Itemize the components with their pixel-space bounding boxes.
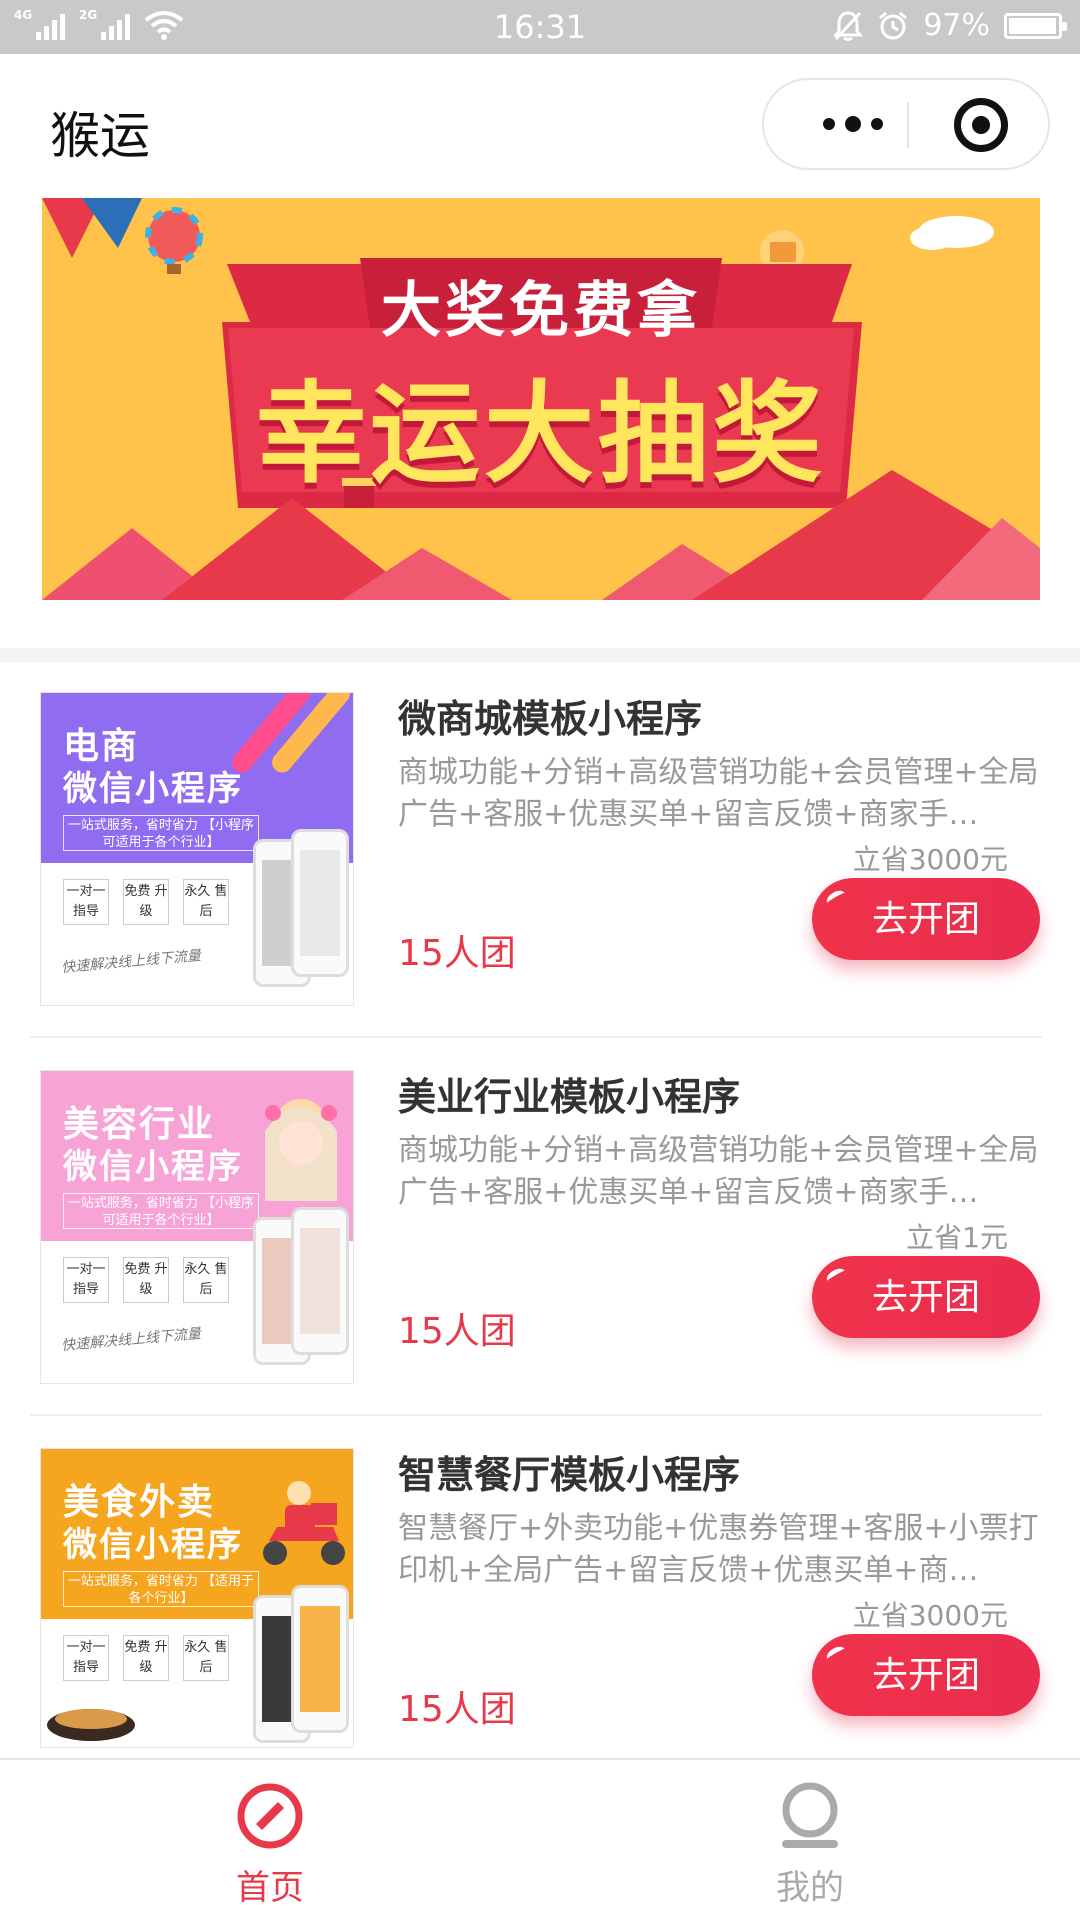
more-dot-icon <box>823 118 835 130</box>
more-dot-icon <box>871 118 883 130</box>
product-description: 智慧餐厅+外卖功能+优惠券管理+客服+小票打印机+全局广告+留言反馈+优惠买单+… <box>398 1511 1039 1588</box>
start-group-button[interactable]: 去开团 <box>812 878 1040 960</box>
more-dot-icon <box>845 116 861 132</box>
status-bar: 4G 2G 16:31 97% <box>0 0 1080 54</box>
page-title: 猴运 <box>50 107 150 165</box>
thumb-line-2: 微信小程序 <box>63 1525 243 1565</box>
button-gloss-icon <box>824 1265 848 1287</box>
product-description: 商城功能+分销+高级营销功能+会员管理+全局广告+客服+优惠买单+留言反馈+商家… <box>398 1133 1039 1210</box>
bottom-tab-bar: 首页 我的 <box>0 1758 1080 1920</box>
section-divider <box>0 648 1080 662</box>
thumb-badge-2: 免费 升级 <box>123 1635 169 1681</box>
product-name: 美业行业模板小程序 <box>398 1075 741 1119</box>
thumb-line-3: 一站式服务，省时省力 【适用于各个行业】 <box>63 1571 259 1607</box>
group-size: 15人团 <box>398 933 516 974</box>
row-separator <box>30 1414 1042 1416</box>
row-separator <box>30 1036 1042 1038</box>
mini-program-capsule <box>762 78 1050 170</box>
savings-label: 立省3000元 <box>852 843 1008 876</box>
compass-icon <box>237 1783 303 1849</box>
button-gloss-icon <box>824 1643 848 1665</box>
thumb-badge-1: 一对一 指导 <box>63 1257 109 1303</box>
start-group-label: 去开团 <box>871 898 980 939</box>
product-thumbnail[interactable]: 美容行业 微信小程序 一站式服务，省时省力 【小程序可适用于各个行业】 一对一 … <box>40 1070 354 1384</box>
title-bar: 猴运 <box>0 54 1080 196</box>
food-bowl-icon <box>47 1709 135 1741</box>
bell-muted-icon <box>833 10 864 41</box>
group-size: 15人团 <box>398 1689 516 1730</box>
thumb-slogan: 快速解决线上线下流量 <box>60 947 202 977</box>
phone-mockup-icon <box>291 1585 349 1733</box>
group-size: 15人团 <box>398 1311 516 1352</box>
product-thumbnail[interactable]: 美食外卖 微信小程序 一站式服务，省时省力 【适用于各个行业】 一对一 指导 免… <box>40 1448 354 1748</box>
product-name: 智慧餐厅模板小程序 <box>398 1453 741 1497</box>
close-mini-program-icon[interactable] <box>954 98 1008 152</box>
tab-me-label: 我的 <box>776 1868 844 1908</box>
thumb-badge-3: 永久 售后 <box>183 1257 229 1303</box>
battery-fill <box>1009 17 1056 34</box>
product-name: 微商城模板小程序 <box>398 697 703 741</box>
thumb-slogan: 快速解决线上线下流量 <box>60 1325 202 1355</box>
savings-label: 立省3000元 <box>852 1599 1008 1632</box>
capsule-divider <box>907 102 909 148</box>
product-card-3[interactable]: 美食外卖 微信小程序 一站式服务，省时省力 【适用于各个行业】 一对一 指导 免… <box>0 1418 1080 1796</box>
thumb-line-3: 一站式服务，省时省力 【小程序可适用于各个行业】 <box>63 1193 259 1229</box>
phone-mockup-icon <box>291 1207 349 1355</box>
start-group-button[interactable]: 去开团 <box>812 1634 1040 1716</box>
tab-me[interactable]: 我的 <box>540 1760 1080 1920</box>
banner-title: 幸运大抽奖 <box>256 370 826 498</box>
start-group-label: 去开团 <box>871 1276 980 1317</box>
thumb-line-3: 一站式服务，省时省力 【小程序可适用于各个行业】 <box>63 815 259 851</box>
banner-subtitle: 大奖免费拿 <box>381 276 701 346</box>
product-card-2[interactable]: 美容行业 微信小程序 一站式服务，省时省力 【小程序可适用于各个行业】 一对一 … <box>0 1040 1080 1418</box>
thumb-line-2: 微信小程序 <box>63 1147 243 1187</box>
battery-icon <box>1004 12 1067 39</box>
savings-label: 立省1元 <box>906 1221 1008 1254</box>
thumb-badge-2: 免费 升级 <box>123 879 169 925</box>
thumb-badge-3: 永久 售后 <box>183 1635 229 1681</box>
start-group-button[interactable]: 去开团 <box>812 1256 1040 1338</box>
product-thumbnail[interactable]: 电商 微信小程序 一站式服务，省时省力 【小程序可适用于各个行业】 一对一 指导… <box>40 692 354 1006</box>
phone-mockup-icon <box>291 829 349 977</box>
product-description: 商城功能+分销+高级营销功能+会员管理+全局广告+客服+优惠买单+留言反馈+商家… <box>398 755 1039 832</box>
product-card-1[interactable]: 电商 微信小程序 一站式服务，省时省力 【小程序可适用于各个行业】 一对一 指导… <box>0 662 1080 1040</box>
tab-home[interactable]: 首页 <box>0 1760 540 1920</box>
user-profile-icon <box>782 1782 838 1848</box>
thumb-badge-3: 永久 售后 <box>183 879 229 925</box>
thumb-decoration <box>232 693 350 773</box>
alarm-clock-icon <box>879 11 908 39</box>
thumb-decoration <box>263 1481 345 1565</box>
start-group-label: 去开团 <box>871 1654 980 1695</box>
status-bar-right: 97% <box>833 8 1067 43</box>
tab-home-label: 首页 <box>236 1868 304 1908</box>
app-screen: 4G 2G 16:31 97% 猴运 大奖免费拿 幸运大抽奖 电商 微信小程序 … <box>0 0 1080 1920</box>
button-gloss-icon <box>824 887 848 909</box>
thumb-badge-2: 免费 升级 <box>123 1257 169 1303</box>
battery-percent: 97% <box>923 8 990 43</box>
thumb-badge-1: 一对一 指导 <box>63 879 109 925</box>
thumb-line-2: 微信小程序 <box>63 769 243 809</box>
more-menu-button[interactable] <box>798 80 908 168</box>
promo-banner[interactable]: 大奖免费拿 幸运大抽奖 <box>42 198 1040 600</box>
thumb-badge-1: 一对一 指导 <box>63 1635 109 1681</box>
